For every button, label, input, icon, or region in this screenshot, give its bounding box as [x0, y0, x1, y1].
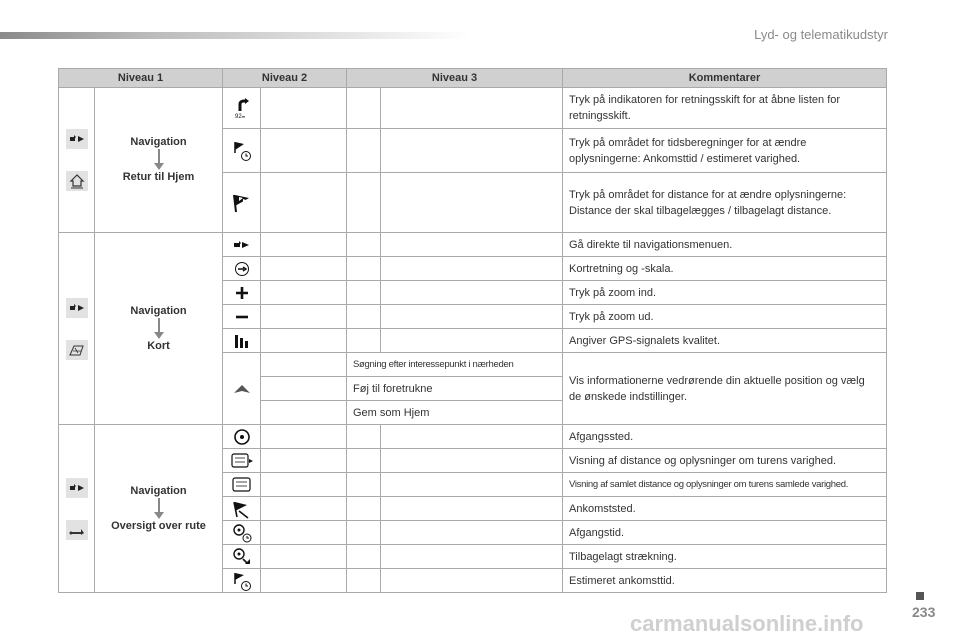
poi-search-option[interactable]: Søgning efter interessepunkt i nærheden	[346, 352, 563, 377]
group3-side-icons	[58, 424, 95, 593]
comment-cell: Estimeret ankomsttid.	[562, 568, 887, 593]
nav-title: Navigation	[130, 304, 187, 317]
comment-cell: Angiver GPS-signalets kvalitet.	[562, 328, 887, 353]
section-title: Lyd- og telematikudstyr	[754, 27, 888, 42]
table-row: Navigation Oversigt over rute Afgangsste…	[58, 424, 887, 593]
navigation-icon	[65, 129, 88, 149]
navigation-levels-table: Niveau 1 Niveau 2 Niveau 3 Kommentarer N…	[58, 68, 887, 593]
comment-cell: Vis informationerne vedrørende din aktue…	[562, 352, 887, 425]
svg-text:92ₘ: 92ₘ	[235, 114, 246, 119]
compass-icon[interactable]	[222, 256, 261, 281]
header-level-3: Niveau 3	[346, 68, 563, 88]
navigation-menu-icon[interactable]	[222, 232, 261, 257]
route-total-icon[interactable]	[222, 472, 261, 497]
comment-cell: Tryk på zoom ind.	[562, 280, 887, 305]
nav-subtitle: Kort	[147, 339, 170, 352]
comment-cell: Tryk på området for tidsberegninger for …	[562, 128, 887, 173]
add-favorite-option[interactable]: Føj til foretrukne	[346, 376, 563, 401]
finish-flag-icon[interactable]	[222, 172, 261, 233]
direction-change-icon[interactable]: 92ₘ	[222, 87, 261, 129]
map-icon	[65, 339, 88, 360]
group2-side-icons	[58, 232, 95, 425]
page-marker	[916, 592, 924, 600]
header-level-1: Niveau 1	[58, 68, 223, 88]
comment-cell: Afgangssted.	[562, 424, 887, 449]
group1-side-icons	[58, 87, 95, 233]
position-arrow-icon[interactable]	[222, 352, 261, 425]
arrival-point-icon[interactable]	[222, 496, 261, 521]
down-arrow-icon	[153, 497, 164, 519]
save-as-home-option[interactable]: Gem som Hjem	[346, 400, 563, 425]
home-icon	[65, 171, 88, 191]
header-level-2: Niveau 2	[222, 68, 347, 88]
group1-nav-cell: Navigation Retur til Hjem	[94, 87, 223, 233]
arrival-time-flag-icon[interactable]	[222, 128, 261, 173]
nav-subtitle: Oversigt over rute	[111, 519, 206, 532]
table-row: Navigation Kort Gå direkte til navigatio…	[58, 232, 887, 425]
estimated-arrival-icon[interactable]	[222, 568, 261, 593]
navigation-icon	[65, 477, 88, 498]
comment-cell: Visning af distance og oplysninger om tu…	[562, 448, 887, 473]
nav-title: Navigation	[130, 136, 187, 148]
comment-cell: Tryk på området for distance for at ændr…	[562, 172, 887, 233]
comment-cell: Visning af samlet distance og oplysninge…	[562, 472, 887, 497]
table-header-row: Niveau 1 Niveau 2 Niveau 3 Kommentarer	[58, 68, 887, 88]
comment-cell: Tryk på zoom ud.	[562, 304, 887, 329]
header-comments: Kommentarer	[562, 68, 887, 88]
comment-cell: Tryk på indikatoren for retningsskift fo…	[562, 87, 887, 129]
zoom-in-icon[interactable]	[222, 280, 261, 305]
group3-nav-cell: Navigation Oversigt over rute	[94, 424, 223, 593]
page-number: 233	[912, 604, 936, 620]
zoom-out-icon[interactable]	[222, 304, 261, 329]
down-arrow-icon	[153, 317, 164, 339]
nav-subtitle: Retur til Hjem	[122, 171, 195, 183]
watermark: carmanualsonline.info	[630, 611, 864, 636]
departure-point-icon[interactable]	[222, 424, 261, 449]
route-distance-icon[interactable]	[222, 448, 261, 473]
comment-cell: Kortretning og -skala.	[562, 256, 887, 281]
comment-cell: Afgangstid.	[562, 520, 887, 545]
gps-signal-icon[interactable]	[222, 328, 261, 353]
table-row: Navigation Retur til Hjem 92ₘ Tryk på in…	[58, 87, 887, 233]
header-decor-bar	[0, 32, 470, 39]
departure-time-icon[interactable]	[222, 520, 261, 545]
comment-cell: Tilbagelagt strækning.	[562, 544, 887, 569]
route-overview-icon	[65, 519, 88, 540]
nav-title: Navigation	[130, 484, 187, 497]
navigation-icon	[65, 297, 88, 318]
group2-nav-cell: Navigation Kort	[94, 232, 223, 425]
comment-cell: Gå direkte til navigationsmenuen.	[562, 232, 887, 257]
down-arrow-icon	[153, 149, 164, 170]
distance-travelled-icon[interactable]	[222, 544, 261, 569]
comment-cell: Ankomststed.	[562, 496, 887, 521]
